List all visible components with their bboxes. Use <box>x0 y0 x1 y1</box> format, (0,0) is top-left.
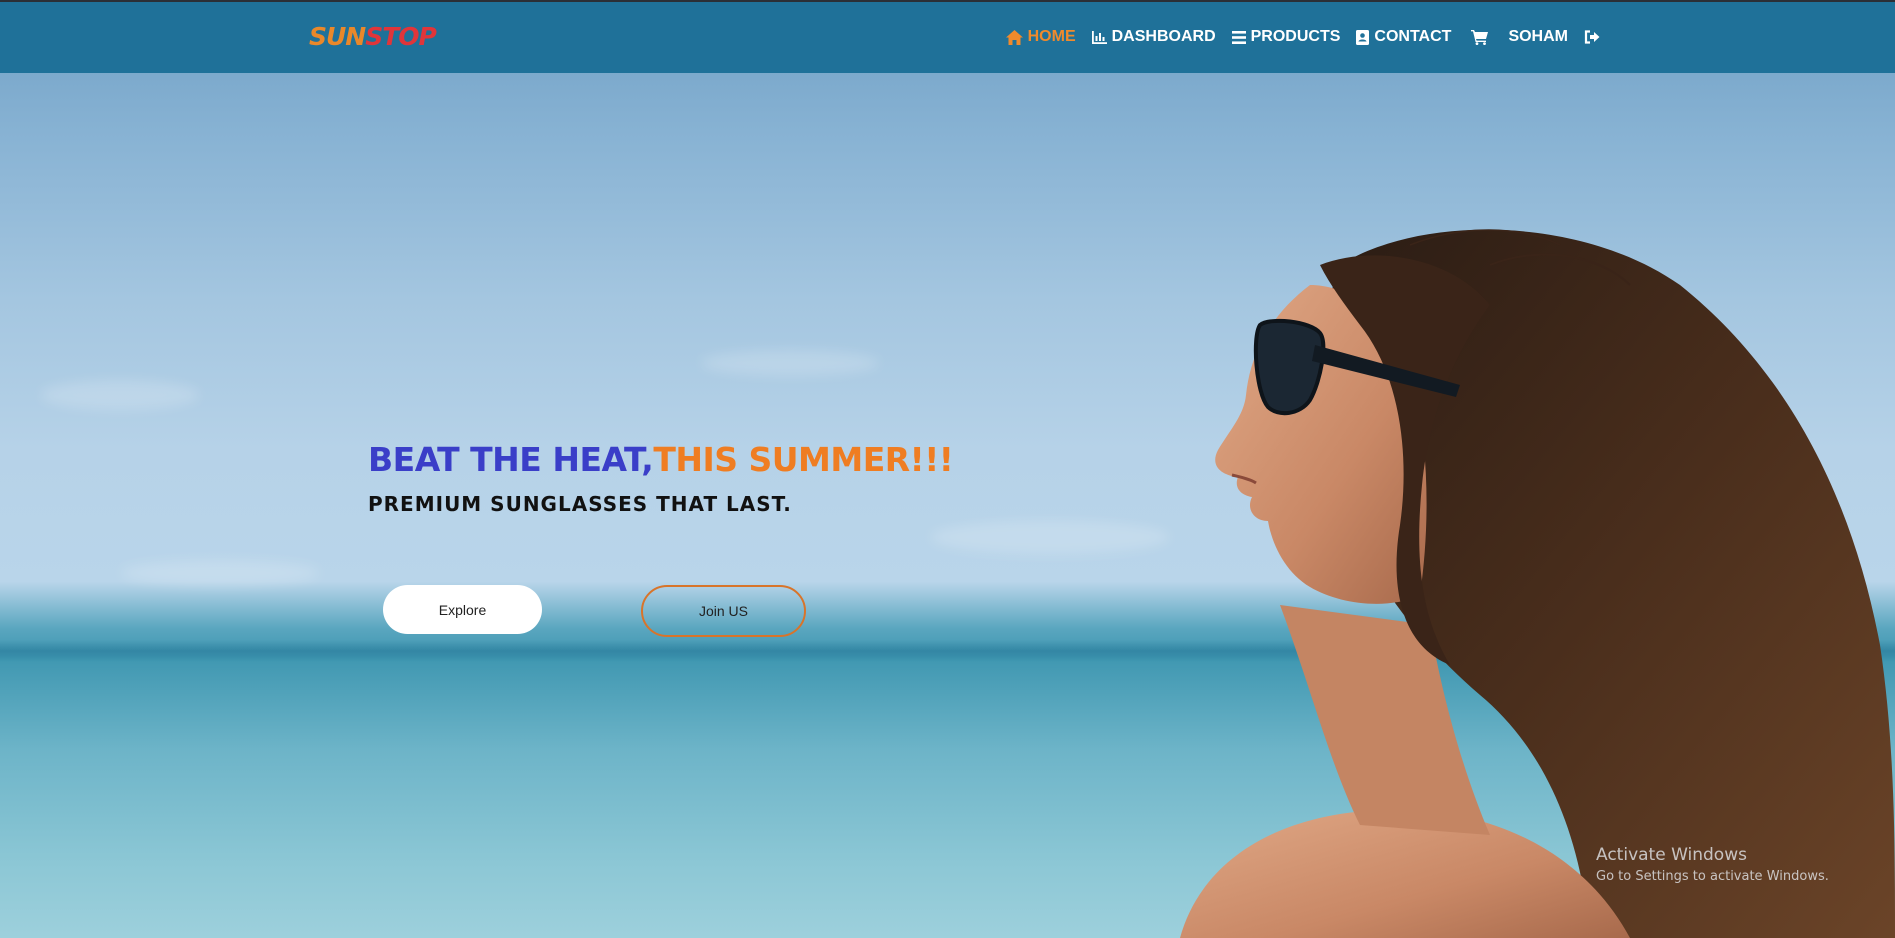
bar-chart-icon <box>1091 30 1107 44</box>
nav-item-user[interactable]: SOHAM <box>1508 28 1568 46</box>
hero-headline-part1: BEAT THE HEAT, <box>368 440 654 479</box>
watermark-subtitle: Go to Settings to activate Windows. <box>1596 869 1829 884</box>
nav-item-dashboard-label: DASHBOARD <box>1111 28 1216 45</box>
hero-subheadline: PREMIUM SUNGLASSES THAT LAST. <box>368 492 792 516</box>
nav-item-home[interactable]: HOME <box>1005 28 1076 46</box>
cart-icon <box>1471 29 1489 45</box>
home-icon <box>1005 29 1023 45</box>
nav-item-products-label: PRODUCTS <box>1250 28 1341 45</box>
sign-out-icon <box>1584 30 1600 44</box>
landing-page: SUNSTOP HOME DASHBOARD PRODUCTS CONTACT … <box>0 0 1895 938</box>
nav-item-dashboard[interactable]: DASHBOARD <box>1091 28 1216 46</box>
list-icon <box>1231 30 1246 44</box>
woman-with-sunglasses-image <box>1180 229 1895 938</box>
explore-button[interactable]: Explore <box>383 585 542 634</box>
activate-windows-watermark: Activate Windows Go to Settings to activ… <box>1596 845 1829 884</box>
hero-headline: BEAT THE HEAT,THIS SUMMER!!! <box>368 440 954 479</box>
top-navbar: SUNSTOP HOME DASHBOARD PRODUCTS CONTACT … <box>0 0 1895 73</box>
watermark-title: Activate Windows <box>1596 845 1747 865</box>
nav-item-cart[interactable] <box>1471 29 1489 45</box>
nav-item-user-label: SOHAM <box>1508 28 1568 45</box>
logo-text-stop: STOP <box>365 22 437 51</box>
hero-headline-part2: THIS SUMMER!!! <box>653 440 954 479</box>
nav-item-sign-out[interactable] <box>1584 30 1600 44</box>
nav-item-contact-label: CONTACT <box>1374 28 1452 45</box>
nav-item-contact[interactable]: CONTACT <box>1356 28 1451 46</box>
join-us-button[interactable]: Join US <box>641 585 806 637</box>
nav-menu: HOME DASHBOARD PRODUCTS CONTACT SOHAM <box>1005 28 1600 46</box>
contact-card-icon <box>1356 29 1370 45</box>
sunstop-logo[interactable]: SUNSTOP <box>309 22 437 51</box>
logo-text-sun: SUN <box>309 22 366 51</box>
nav-item-home-label: HOME <box>1027 28 1076 45</box>
nav-item-products[interactable]: PRODUCTS <box>1231 28 1341 46</box>
